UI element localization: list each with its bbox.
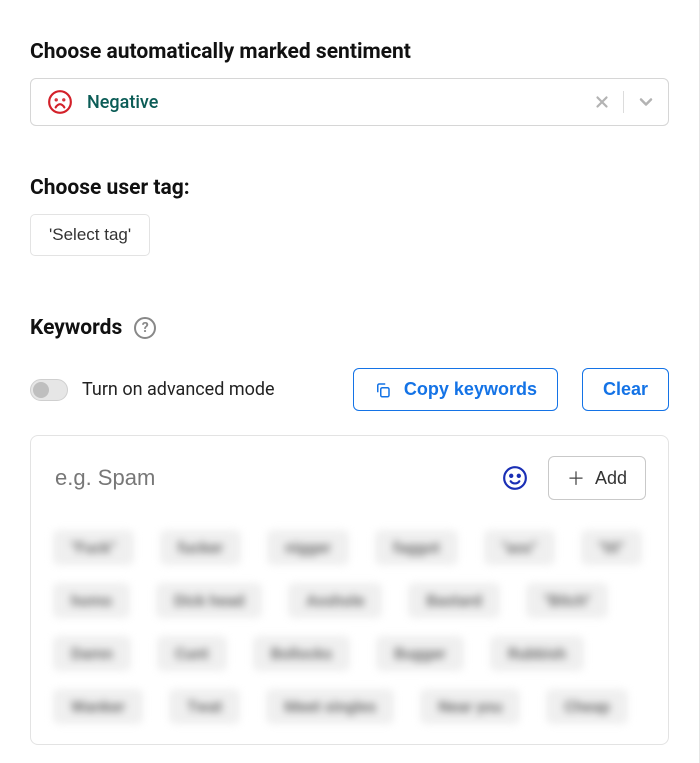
plus-icon: ＋	[567, 465, 585, 491]
copy-icon	[374, 381, 392, 399]
keyword-chip[interactable]: Damn	[53, 636, 131, 671]
divider	[623, 91, 624, 113]
keyword-chip[interactable]: homo	[53, 583, 130, 618]
keyword-input[interactable]	[53, 464, 482, 492]
keyword-chip[interactable]: Meet singles	[266, 689, 394, 724]
keyword-chip[interactable]: Wanker	[53, 689, 143, 724]
keyword-chip[interactable]: Cheap	[546, 689, 628, 724]
add-keyword-button[interactable]: ＋ Add	[548, 456, 646, 500]
copy-keywords-button[interactable]: Copy keywords	[353, 368, 558, 411]
keyword-chip[interactable]: Bugger	[376, 636, 464, 671]
keyword-chip[interactable]: Asshole	[288, 583, 382, 618]
advanced-mode-toggle-wrap: Turn on advanced mode	[30, 379, 329, 401]
open-sentiment-dropdown[interactable]	[634, 90, 658, 114]
keyword-chip[interactable]: Cunt	[157, 636, 227, 671]
add-keyword-label: Add	[595, 468, 627, 489]
keyword-chip[interactable]: "Bitch"	[526, 583, 608, 618]
keyword-chip[interactable]: "ass"	[484, 530, 555, 565]
keyword-chip[interactable]: Dick head	[156, 583, 262, 618]
keyword-chips: "Fuck" fucker nigger faggot "ass" "tit" homo Di…	[53, 530, 646, 724]
help-icon[interactable]: ?	[134, 317, 156, 339]
clear-sentiment-button[interactable]	[591, 91, 613, 113]
usertag-label: Choose user tag:	[30, 176, 669, 200]
emoji-picker-button[interactable]	[500, 463, 530, 493]
clear-keywords-label: Clear	[603, 379, 648, 400]
keyword-chip[interactable]: Twat	[169, 689, 240, 724]
sad-face-icon	[47, 89, 73, 115]
keyword-chip[interactable]: Rubbish	[490, 636, 584, 671]
user-tag-select-text: 'Select tag'	[49, 225, 131, 244]
chevron-down-icon	[636, 92, 656, 112]
keywords-header: Keywords ?	[30, 316, 669, 340]
keyword-chip[interactable]: Near you	[420, 689, 520, 724]
user-tag-select[interactable]: 'Select tag'	[30, 214, 150, 256]
keyword-chip[interactable]: Bastard	[408, 583, 500, 618]
x-icon	[593, 93, 611, 111]
keyword-input-row: ＋ Add	[53, 456, 646, 500]
keyword-chip[interactable]: faggot	[375, 530, 458, 565]
keyword-chip[interactable]: fucker	[160, 530, 242, 565]
advanced-mode-label: Turn on advanced mode	[82, 379, 275, 400]
settings-panel: Choose automatically marked sentiment Ne…	[0, 0, 700, 763]
keywords-actions: Turn on advanced mode Copy keywords Clea…	[30, 368, 669, 411]
advanced-mode-toggle[interactable]	[30, 379, 68, 401]
keyword-chip[interactable]: "tit"	[581, 530, 642, 565]
keywords-label: Keywords	[30, 316, 122, 340]
keyword-chip[interactable]: nigger	[267, 530, 349, 565]
smile-icon	[502, 465, 528, 491]
copy-keywords-label: Copy keywords	[404, 379, 537, 400]
keyword-chip[interactable]: Bollocks	[253, 636, 351, 671]
sentiment-select[interactable]: Negative	[30, 78, 669, 126]
sentiment-label: Choose automatically marked sentiment	[30, 40, 669, 64]
keyword-chip[interactable]: "Fuck"	[53, 530, 134, 565]
sentiment-value: Negative	[87, 92, 577, 113]
clear-keywords-button[interactable]: Clear	[582, 368, 669, 411]
keywords-panel: ＋ Add "Fuck" fucker nigger faggot "ass" "tit"…	[30, 435, 669, 745]
sentiment-controls	[591, 90, 658, 114]
